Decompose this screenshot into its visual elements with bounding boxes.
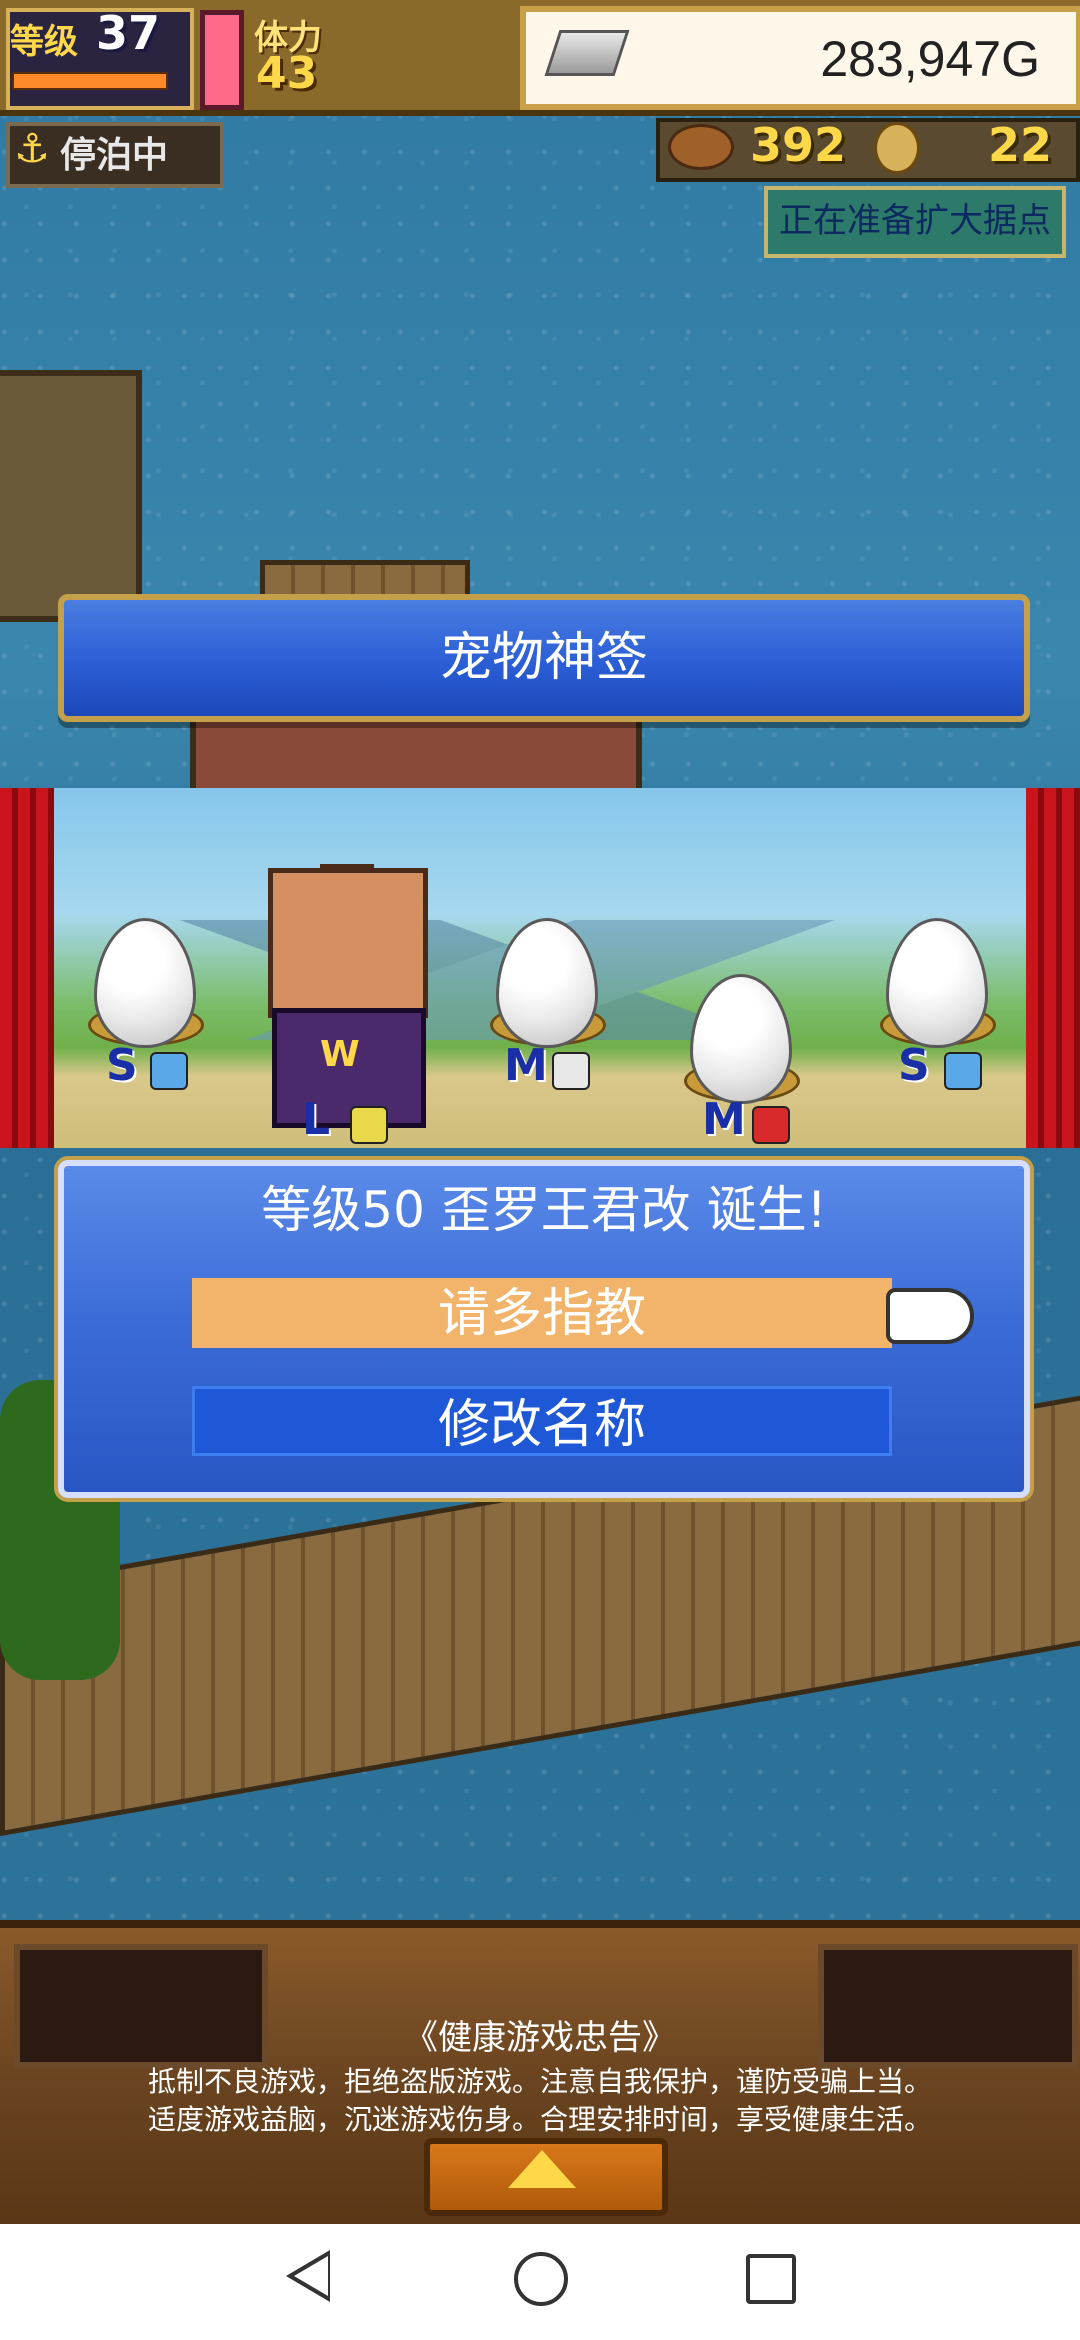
island-left	[0, 370, 142, 622]
exp-bar	[12, 72, 168, 90]
level-label: 等级	[10, 22, 78, 62]
thunder-type-icon	[350, 1106, 388, 1144]
wood-count: 392	[750, 118, 847, 172]
health-notice-title: 《健康游戏忠告》	[404, 2018, 676, 2058]
up-arrow-icon	[508, 2150, 576, 2188]
egg-size-label: S	[106, 1040, 138, 1091]
egg-size-label: M	[504, 1040, 548, 1091]
title-text: 宠物神签	[439, 628, 648, 688]
stamina-gauge	[200, 10, 244, 110]
home-icon[interactable]	[514, 2252, 568, 2306]
level-value: 37	[96, 6, 161, 60]
fire-type-icon	[752, 1106, 790, 1144]
accept-button[interactable]: 请多指教	[192, 1278, 892, 1348]
expansion-notice[interactable]: 正在准备扩大据点	[764, 186, 1066, 258]
recents-icon[interactable]	[746, 2254, 796, 2304]
stamina-value: 43	[256, 48, 318, 99]
pet-size-label: L	[302, 1094, 331, 1145]
pointing-hand-icon	[886, 1288, 974, 1344]
anchor-icon: ⚓	[14, 126, 50, 172]
curtain-right	[1026, 788, 1080, 1148]
result-message: 等级50 歪罗王君改 诞生!	[261, 1181, 827, 1239]
wind-type-icon	[552, 1052, 590, 1090]
back-icon-inner	[294, 2256, 328, 2296]
rename-button[interactable]: 修改名称	[192, 1386, 892, 1456]
health-notice-line: 适度游戏益脑，沉迷游戏伤身。合理安排时间，享受健康生活。	[147, 2103, 932, 2136]
ice-type-icon	[150, 1052, 188, 1090]
health-notice-line: 抵制不良游戏，拒绝盗版游戏。注意自我保护，谨防受骗上当。	[147, 2065, 932, 2098]
ice-type-icon	[944, 1052, 982, 1090]
character-emblem: W	[320, 1034, 360, 1075]
egg-size-label: M	[702, 1094, 746, 1145]
silver-bar-icon	[544, 30, 630, 76]
curtain-left	[0, 788, 54, 1148]
pet-character	[268, 868, 428, 1018]
docking-status-label: 停泊中	[60, 135, 169, 176]
coin-count: 22	[988, 118, 1053, 172]
egg-size-label: S	[898, 1040, 930, 1091]
wood-icon	[668, 124, 734, 170]
money-value: 283,947G	[820, 31, 1040, 87]
coin-icon	[874, 122, 920, 174]
